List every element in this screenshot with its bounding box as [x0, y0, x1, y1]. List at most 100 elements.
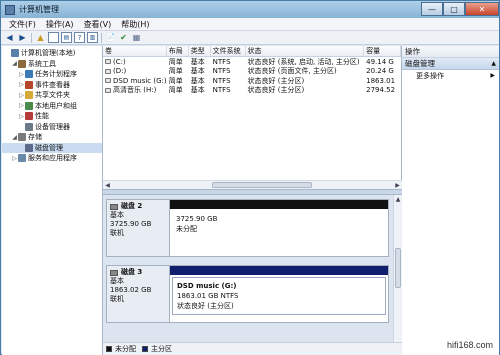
volume-type: 基本	[189, 67, 211, 77]
volume-name: 高清音乐 (H:)	[103, 86, 167, 96]
legend-unallocated: 未分配	[115, 345, 136, 353]
tree-item[interactable]: ▷ 任务计划程序	[2, 69, 102, 80]
shared-folder-icon	[25, 91, 33, 100]
maximize-button[interactable]: □	[443, 2, 465, 16]
expand-icon[interactable]: ◢	[11, 134, 18, 141]
volume-filesystem-text: NTFS	[212, 67, 231, 76]
tree-item-label: 本地用户和组	[35, 101, 77, 110]
disk-2[interactable]: 磁盘 2 基本 3725.90 GB 联机 3725.90 GB 未分配	[106, 199, 389, 257]
volume-capacity-text: 2794.52	[366, 86, 396, 95]
menu-file[interactable]: 文件(F)	[4, 19, 41, 30]
horizontal-scrollbar[interactable]: ◀ ▶	[103, 180, 402, 189]
disk-name: 磁盘 3	[121, 268, 143, 276]
menu-action[interactable]: 操作(A)	[41, 19, 79, 30]
tree-item[interactable]: ◢ 系统工具	[2, 59, 102, 70]
scroll-thumb[interactable]	[395, 248, 401, 288]
volume-status-text: 状态良好 (页面文件, 主分区)	[247, 67, 337, 76]
volume-name-text: (D:)	[113, 67, 127, 76]
expand-icon[interactable]: ◢	[11, 60, 18, 67]
disk-status: 联机	[110, 229, 124, 237]
close-button[interactable]: ✕	[465, 2, 499, 16]
column-filesystem[interactable]: 文件系统	[211, 46, 246, 56]
menu-help[interactable]: 帮助(H)	[116, 19, 154, 30]
volume-list: (C:) 简单 基本 NTFS 状态良好 (系统, 启动, 活动, 主分区) 49.14 …	[103, 57, 401, 95]
partition-bar	[170, 200, 388, 209]
scroll-left-icon[interactable]: ◀	[103, 181, 112, 189]
chevron-right-icon: ▶	[490, 72, 495, 79]
tree-item[interactable]: ▷ 本地用户和组	[2, 101, 102, 112]
expand-icon[interactable]: ▷	[11, 155, 18, 162]
computer-management-icon	[5, 4, 15, 15]
scroll-up-icon[interactable]: ▲	[394, 195, 402, 204]
services-apps-icon	[18, 154, 26, 163]
volume-layout-text: 简单	[168, 76, 183, 85]
up-folder-icon[interactable]: ▲	[35, 32, 46, 43]
volume-capacity-text: 49.14 G	[366, 57, 394, 66]
actions-section-disk-management[interactable]: 磁盘管理 ▲	[402, 58, 499, 70]
disk-3[interactable]: 磁盘 3 基本 1863.02 GB 联机 DSD music (G:) 186…	[106, 265, 389, 323]
vertical-scrollbar[interactable]: ▲	[393, 195, 402, 342]
minimize-button[interactable]: —	[421, 2, 443, 16]
table-row[interactable]: (C:) 简单 基本 NTFS 状态良好 (系统, 启动, 活动, 主分区) 49.14 …	[103, 57, 401, 67]
scroll-thumb[interactable]	[212, 182, 312, 188]
expand-icon[interactable]: ▷	[18, 113, 25, 120]
column-volume[interactable]: 卷	[103, 46, 167, 56]
volume-layout: 简单	[167, 76, 189, 86]
action-pane-icon[interactable]: ▥	[87, 32, 98, 43]
column-type[interactable]: 类型	[189, 46, 211, 56]
volume-status: 状态良好 (系统, 启动, 活动, 主分区)	[246, 57, 365, 67]
properties-page-icon[interactable]: 📄	[105, 32, 116, 43]
table-row[interactable]: DSD music (G:) 简单 基本 NTFS 状态良好 (主分区) 1863.01	[103, 76, 401, 86]
unallocated-swatch	[106, 346, 112, 352]
disk-management-icon	[25, 143, 33, 152]
disk-size: 1863.02 GB	[110, 286, 152, 294]
tree-item[interactable]: ▷ 事件查看器	[2, 80, 102, 91]
expand-icon[interactable]: ▷	[18, 71, 25, 78]
volume-layout: 简单	[167, 67, 189, 77]
volume-status: 状态良好 (主分区)	[246, 76, 365, 86]
volume-type: 基本	[189, 57, 211, 67]
disk-info[interactable]: 磁盘 2 基本 3725.90 GB 联机	[106, 199, 170, 257]
system-tools-icon	[18, 59, 26, 68]
expand-icon[interactable]: ▷	[18, 81, 25, 88]
menu-view[interactable]: 查看(V)	[79, 19, 117, 30]
tree-item[interactable]: ▷ 服务和应用程序	[2, 153, 102, 164]
title-bar[interactable]: 计算机管理 — □ ✕	[1, 1, 499, 18]
tree-item[interactable]: 设备管理器	[2, 122, 102, 133]
tree-item[interactable]: ▷ 性能	[2, 111, 102, 122]
volume-capacity: 1863.01	[364, 76, 401, 86]
tree-item[interactable]: ◢ 存储	[2, 132, 102, 143]
volume-name: (C:)	[103, 57, 167, 67]
help-icon[interactable]: ?	[74, 32, 85, 43]
table-row[interactable]: (D:) 简单 基本 NTFS 状态良好 (页面文件, 主分区) 20.24 G	[103, 67, 401, 77]
expand-icon[interactable]: ▷	[18, 102, 25, 109]
drive-icon	[105, 59, 111, 65]
column-status[interactable]: 状态	[246, 46, 365, 56]
volume-list-header: 卷 布局 类型 文件系统 状态 容量	[103, 46, 402, 57]
disk-settings-icon[interactable]: ▦	[131, 32, 142, 43]
volume-status-text: 状态良好 (主分区)	[247, 76, 305, 85]
table-row[interactable]: 高清音乐 (H:) 简单 基本 NTFS 状态良好 (主分区) 2794.52	[103, 86, 401, 96]
disk-info[interactable]: 磁盘 3 基本 1863.02 GB 联机	[106, 265, 170, 323]
checkmark-icon[interactable]: ✔	[118, 32, 129, 43]
volume-status: 状态良好 (页面文件, 主分区)	[246, 67, 365, 77]
tree-item[interactable]: ▷ 共享文件夹	[2, 90, 102, 101]
forward-icon[interactable]: ▶	[17, 32, 28, 43]
column-capacity[interactable]: 容量	[364, 46, 402, 56]
partition-unallocated[interactable]: 3725.90 GB 未分配	[170, 199, 389, 257]
properties-icon[interactable]: ▤	[61, 32, 72, 43]
volume-type-text: 基本	[190, 76, 205, 85]
collapse-icon[interactable]: ▲	[491, 60, 496, 67]
partition-primary[interactable]: DSD music (G:) 1863.01 GB NTFS 状态良好 (主分区…	[170, 265, 389, 323]
tree-item[interactable]: 计算机管理(本地)	[2, 48, 102, 59]
more-actions[interactable]: 更多操作 ▶	[402, 70, 499, 81]
more-actions-label: 更多操作	[416, 71, 444, 80]
expand-icon[interactable]: ▷	[18, 92, 25, 99]
show-tree-icon[interactable]	[48, 32, 59, 43]
scroll-right-icon[interactable]: ▶	[393, 181, 402, 189]
tree-item-label: 磁盘管理	[35, 143, 63, 152]
tree-item[interactable]: 磁盘管理	[2, 142, 102, 153]
volume-name-text: (C:)	[113, 57, 126, 66]
column-layout[interactable]: 布局	[167, 46, 189, 56]
back-icon[interactable]: ◀	[4, 32, 15, 43]
